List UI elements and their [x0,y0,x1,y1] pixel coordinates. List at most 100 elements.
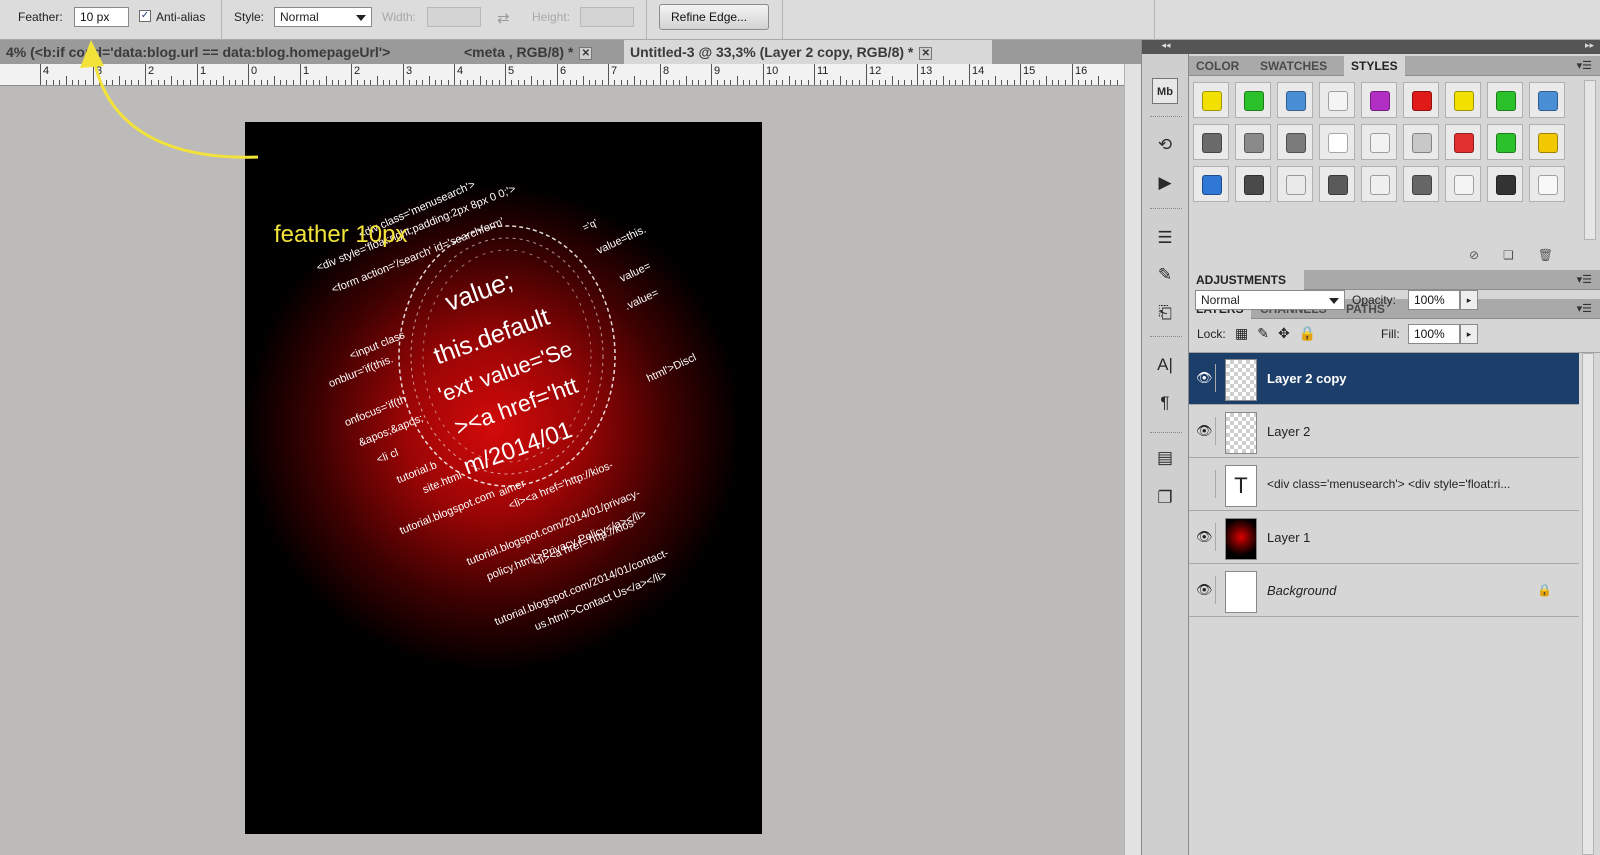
close-icon[interactable]: ✕ [579,46,593,60]
layer-thumbnail [1225,518,1257,560]
layer-row[interactable]: 👁 Layer 2 copy [1189,353,1579,405]
ruler-tick [563,80,565,85]
style-swatch[interactable] [1277,82,1313,118]
brush-presets-icon[interactable]: ✎ [1152,262,1178,288]
style-swatch[interactable] [1445,166,1481,202]
fill-slider-icon[interactable]: ▸ [1460,324,1478,344]
canvas-vertical-scrollbar[interactable] [1124,64,1141,855]
expand-icon[interactable]: ▸▸ [1585,40,1594,51]
ruler-tick [505,64,506,85]
style-swatch[interactable] [1445,82,1481,118]
visibility-toggle[interactable]: 👁 [1194,576,1216,604]
fill-input[interactable]: 100% [1408,324,1460,344]
ruler-number: 8 [663,65,670,77]
canvas-area[interactable]: <div class='menusearch'> <div style='floa… [0,86,1124,855]
layer-row[interactable]: T <div class='menusearch'> <div style='fl… [1189,459,1579,511]
styles-footer-icons[interactable]: ⊘❏🗑 [1469,248,1577,262]
layer-row[interactable]: 👁 Background 🔒 [1189,565,1579,617]
style-swatch[interactable] [1487,166,1523,202]
mini-bridge-icon[interactable]: Mb [1152,78,1178,104]
style-swatch[interactable] [1361,166,1397,202]
ruler-tick [929,80,931,85]
style-swatch[interactable] [1193,166,1229,202]
dock-grip[interactable] [1150,116,1182,119]
notes-icon[interactable]: ▤ [1152,445,1178,471]
ruler-tick [852,80,854,85]
close-icon[interactable]: ✕ [919,46,933,60]
tab-document-3[interactable]: Untitled-3 @ 33,3% (Layer 2 copy, RGB/8)… [624,40,992,64]
history-icon[interactable]: ⟲ [1152,132,1178,158]
panel-menu-icon[interactable]: ▾☰ [1577,273,1592,286]
dock-grip[interactable] [1150,208,1182,211]
opacity-input[interactable]: 100% [1408,290,1460,310]
tab-swatches[interactable]: SWATCHES [1253,56,1334,76]
style-swatch[interactable] [1445,124,1481,160]
layer-row[interactable]: 👁 Layer 2 [1189,406,1579,458]
ruler-tick [363,80,365,85]
style-swatch[interactable] [1529,166,1565,202]
dock-grip[interactable] [1150,336,1182,339]
ruler-tick [332,80,333,85]
dock-grip[interactable] [1150,432,1182,435]
height-input[interactable] [580,7,634,27]
style-swatch[interactable] [1487,124,1523,160]
style-swatch[interactable] [1277,166,1313,202]
style-swatch[interactable] [1319,166,1355,202]
ruler-tick [614,80,616,85]
layers-scrollbar[interactable] [1582,353,1594,855]
style-swatch[interactable] [1319,124,1355,160]
style-swatch[interactable] [1487,82,1523,118]
visibility-toggle[interactable]: 👁 [1194,417,1216,445]
opacity-slider-icon[interactable]: ▸ [1460,290,1478,310]
adjustments-icon[interactable]: ☰ [1152,225,1178,251]
layer-row[interactable]: 👁 Layer 1 [1189,512,1579,564]
character-icon[interactable]: A| [1152,352,1178,378]
style-swatch[interactable] [1277,124,1313,160]
ruler-tick [749,80,751,85]
style-swatch[interactable] [1319,82,1355,118]
style-swatch[interactable] [1403,166,1439,202]
layer-comps-icon[interactable]: ❐ [1152,485,1178,511]
style-swatch[interactable] [1235,82,1271,118]
actions-icon[interactable]: ▶ [1152,170,1178,196]
style-swatch[interactable] [1235,124,1271,160]
panel-menu-icon[interactable]: ▾☰ [1577,59,1592,72]
style-swatch[interactable] [1193,124,1229,160]
clone-source-icon[interactable]: ⎗ [1152,300,1178,326]
style-swatch-color [1202,133,1222,153]
tab-document-2[interactable]: <meta , RGB/8) * ✕ [458,40,618,64]
visibility-toggle[interactable]: 👁 [1194,523,1216,551]
style-swatch[interactable] [1403,82,1439,118]
collapse-icon[interactable]: ◂◂ [1142,40,1190,54]
blend-mode-select[interactable]: Normal [1195,290,1345,310]
style-swatch[interactable] [1529,82,1565,118]
paragraph-icon[interactable]: ¶ [1152,390,1178,416]
ruler-number: 14 [972,65,985,77]
tab-adjustments[interactable]: ADJUSTMENTS [1189,270,1304,290]
style-swatch-color [1244,91,1264,111]
lock-icon: 🔒 [1537,583,1552,597]
style-swatch[interactable] [1235,166,1271,202]
visibility-toggle[interactable]: 👁 [1194,364,1216,392]
panel-menu-icon[interactable]: ▾☰ [1577,302,1592,315]
ruler-tick [454,64,455,85]
ruler-tick [543,80,545,85]
ruler-tick [910,80,912,85]
ruler-number: 5 [508,65,515,77]
refine-edge-button[interactable]: Refine Edge... [659,4,769,30]
swap-icon[interactable]: ⇄ [497,9,510,27]
tab-styles[interactable]: STYLES [1344,56,1405,76]
lock-options-icons[interactable]: ▦✎✥🔒 [1235,325,1325,342]
styles-scrollbar[interactable] [1584,80,1596,240]
style-swatch[interactable] [1529,124,1565,160]
style-swatch[interactable] [1361,82,1397,118]
tab-color[interactable]: COLOR [1189,56,1246,76]
ruler-tick [1110,80,1112,85]
style-swatch[interactable] [1361,124,1397,160]
ruler-tick [704,80,706,85]
width-input[interactable] [427,7,481,27]
visibility-toggle[interactable] [1194,470,1216,498]
ruler-tick [537,80,538,85]
style-swatch[interactable] [1403,124,1439,160]
style-swatch[interactable] [1193,82,1229,118]
